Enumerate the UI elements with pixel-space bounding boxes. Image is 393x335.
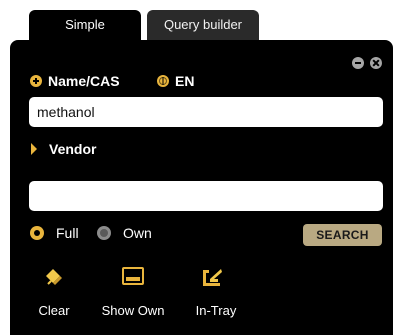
expand-arrow-icon[interactable] — [31, 143, 37, 155]
clear-label[interactable]: Clear — [33, 303, 75, 319]
tab-simple[interactable]: Simple — [29, 10, 141, 40]
language-label[interactable]: EN — [175, 72, 194, 90]
close-icon[interactable] — [370, 57, 382, 69]
eraser-icon[interactable] — [42, 265, 64, 287]
search-button[interactable]: SEARCH — [303, 224, 382, 246]
tab-query-builder[interactable]: Query builder — [147, 10, 259, 40]
plus-circle-icon[interactable] — [30, 75, 42, 87]
tray-arrow-icon[interactable] — [200, 265, 224, 287]
vendor-input[interactable] — [29, 181, 383, 211]
in-tray-label[interactable]: In-Tray — [189, 303, 243, 319]
globe-icon[interactable] — [157, 75, 169, 87]
minimize-icon[interactable] — [352, 57, 364, 69]
folder-icon[interactable] — [121, 265, 145, 287]
name-cas-label: Name/CAS — [48, 73, 120, 89]
name-cas-input[interactable] — [29, 97, 383, 127]
radio-own[interactable] — [97, 226, 111, 240]
radio-own-label[interactable]: Own — [123, 225, 152, 241]
show-own-label[interactable]: Show Own — [97, 303, 169, 319]
vendor-label[interactable]: Vendor — [49, 140, 96, 158]
radio-full[interactable] — [30, 226, 44, 240]
radio-full-label[interactable]: Full — [56, 225, 79, 241]
